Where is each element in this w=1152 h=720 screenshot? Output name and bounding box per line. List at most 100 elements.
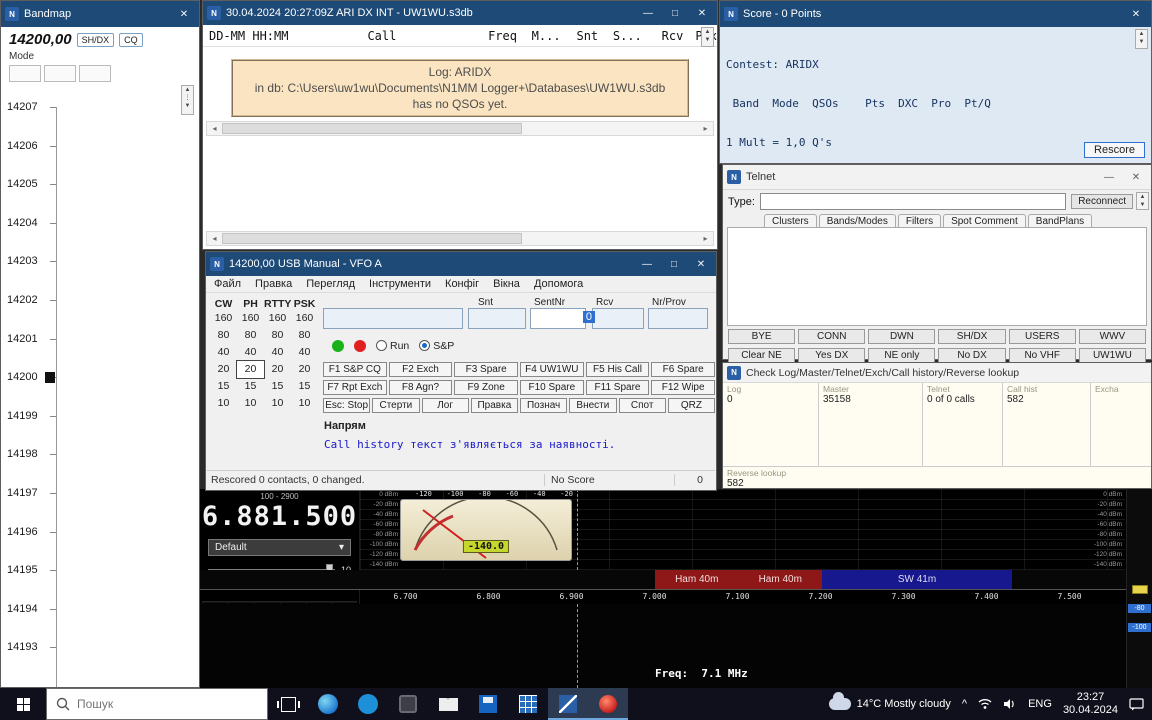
taskbar-browser-button[interactable] — [308, 688, 348, 720]
score-spinner[interactable]: ▲▼ — [1135, 29, 1148, 49]
band-cell[interactable]: 20 — [291, 361, 318, 378]
telnet-filter-button[interactable]: No DX — [938, 348, 1005, 363]
tuning-line[interactable] — [577, 489, 578, 570]
sw-band-segment[interactable]: SW 41m — [822, 570, 1012, 589]
telnet-tab[interactable]: Filters — [898, 214, 941, 227]
function-key-button[interactable]: Стерти — [372, 398, 419, 413]
bandmap-frequency-label[interactable]: 14193 — [1, 647, 56, 686]
level-chip[interactable]: -100 — [1128, 623, 1151, 632]
telnet-filter-button[interactable]: UW1WU — [1079, 348, 1146, 363]
telnet-command-button[interactable]: DWN — [868, 329, 935, 344]
telnet-command-button[interactable]: CONN — [798, 329, 865, 344]
telnet-command-input[interactable] — [760, 193, 1066, 210]
rescore-button[interactable]: Rescore — [1084, 142, 1145, 158]
log-column-header[interactable]: Snt — [561, 29, 599, 43]
telnet-command-button[interactable]: BYE — [728, 329, 795, 344]
telnet-filter-button[interactable]: Yes DX — [798, 348, 865, 363]
band-cell[interactable]: 40 — [237, 344, 264, 361]
band-cell[interactable]: 10 — [210, 395, 237, 412]
sp-radio[interactable]: S&P — [419, 340, 454, 352]
score-titlebar[interactable]: Score - 0 Points ✕ — [720, 1, 1151, 27]
close-icon[interactable]: ✕ — [1125, 9, 1147, 20]
close-icon[interactable]: ✕ — [691, 8, 713, 19]
function-key-button[interactable]: F7 Rpt Exch — [323, 380, 387, 395]
run-radio[interactable]: Run — [376, 340, 409, 352]
taskbar-clock[interactable]: 23:27 30.04.2024 — [1063, 691, 1118, 717]
nrprov-field[interactable] — [648, 308, 708, 329]
network-icon[interactable] — [978, 698, 992, 710]
scroll-right-icon[interactable]: ▸ — [698, 234, 713, 243]
function-key-button[interactable]: QRZ — [668, 398, 715, 413]
band-cell[interactable]: 80 — [210, 327, 237, 344]
log-column-header[interactable]: Freq — [472, 29, 517, 43]
notification-icon[interactable] — [1129, 698, 1144, 711]
taskbar-n1mm-button[interactable] — [548, 688, 588, 720]
log-titlebar[interactable]: 30.04.2024 20:27:09Z ARI DX INT - UW1WU.… — [203, 1, 717, 25]
level-control-strip[interactable]: -80 -100 — [1126, 489, 1152, 688]
menu-item[interactable]: Файл — [214, 278, 241, 290]
scrollbar-thumb[interactable] — [222, 233, 522, 244]
telnet-tab[interactable]: BandPlans — [1028, 214, 1092, 227]
search-input[interactable] — [77, 697, 258, 711]
close-icon[interactable]: ✕ — [173, 9, 195, 20]
log-column-header[interactable]: DD-MM HH:MM — [209, 29, 367, 43]
function-key-button[interactable]: Правка — [471, 398, 518, 413]
band-cell[interactable]: 160 — [237, 310, 264, 327]
function-key-button[interactable]: Спот — [619, 398, 666, 413]
band-cell[interactable]: 15 — [264, 378, 291, 395]
log-column-header[interactable]: Call — [367, 29, 472, 43]
function-key-button[interactable]: F1 S&P CQ — [323, 362, 387, 377]
band-cell[interactable]: 80 — [264, 327, 291, 344]
function-key-button[interactable]: Esc: Stop — [323, 398, 370, 413]
scroll-left-icon[interactable]: ◂ — [207, 234, 222, 243]
preset-dropdown[interactable]: Default ▾ — [208, 539, 351, 556]
function-key-button[interactable]: F12 Wipe — [651, 380, 715, 395]
band-cell[interactable]: 80 — [291, 327, 318, 344]
telnet-tab[interactable]: Spot Comment — [943, 214, 1026, 227]
function-key-button[interactable]: F3 Spare — [454, 362, 518, 377]
language-indicator[interactable]: ENG — [1028, 698, 1052, 710]
telnet-tab[interactable]: Clusters — [764, 214, 817, 227]
frequency-scale[interactable]: 6.7006.8006.9007.0007.1007.2007.3007.400… — [200, 589, 1152, 604]
telnet-output-area[interactable] — [727, 227, 1147, 326]
band-cell[interactable]: 15 — [291, 378, 318, 395]
menu-item[interactable]: Перегляд — [306, 278, 355, 290]
telnet-filter-button[interactable]: NE only — [868, 348, 935, 363]
maximize-icon[interactable]: □ — [663, 259, 685, 270]
scroll-left-icon[interactable]: ◂ — [207, 124, 222, 133]
telnet-tab[interactable]: Bands/Modes — [819, 214, 896, 227]
function-key-button[interactable]: F6 Spare — [651, 362, 715, 377]
telnet-command-button[interactable]: SH/DX — [938, 329, 1005, 344]
telnet-titlebar[interactable]: Telnet — ✕ — [723, 165, 1151, 190]
rcv-field[interactable] — [592, 308, 644, 329]
band-cell[interactable]: 80 — [237, 327, 264, 344]
taskbar-save-app-button[interactable] — [468, 688, 508, 720]
log-horizontal-scrollbar-2[interactable]: ◂ ▸ — [206, 231, 714, 246]
log-spinner[interactable]: ▲▼ — [701, 27, 714, 47]
taskbar-app-button[interactable] — [348, 688, 388, 720]
band-cell[interactable]: 10 — [237, 395, 264, 412]
log-column-header[interactable]: Rcv — [642, 29, 684, 43]
band-cell[interactable]: 40 — [210, 344, 237, 361]
task-view-button[interactable] — [268, 688, 308, 720]
weather-widget[interactable]: 14°C Mostly cloudy — [829, 698, 951, 710]
function-key-button[interactable]: Познач — [520, 398, 567, 413]
level-chip[interactable]: -80 — [1128, 604, 1151, 613]
log-horizontal-scrollbar[interactable]: ◂ ▸ — [206, 121, 714, 136]
band-cell[interactable]: 40 — [291, 344, 318, 361]
log-column-header[interactable]: M... — [517, 29, 561, 43]
bandmap-titlebar[interactable]: Bandmap ✕ — [1, 1, 199, 27]
sentnr-field[interactable]: 0 — [530, 308, 586, 329]
function-key-button[interactable]: F11 Spare — [586, 380, 650, 395]
function-key-button[interactable]: Внести — [569, 398, 616, 413]
menu-item[interactable]: Правка — [255, 278, 292, 290]
bandmap-zoom-spinner[interactable]: ▲⋮▼ — [181, 85, 194, 115]
minimize-icon[interactable]: — — [1098, 172, 1120, 183]
band-cell[interactable]: 160 — [210, 310, 237, 327]
mode-boxes[interactable] — [9, 65, 199, 82]
ham-band-segment[interactable]: Ham 40m Ham 40m — [655, 570, 822, 589]
band-cell[interactable]: 40 — [264, 344, 291, 361]
speaker-icon[interactable] — [1003, 698, 1017, 710]
callsign-field[interactable] — [323, 308, 463, 329]
function-key-button[interactable]: F9 Zone — [454, 380, 518, 395]
